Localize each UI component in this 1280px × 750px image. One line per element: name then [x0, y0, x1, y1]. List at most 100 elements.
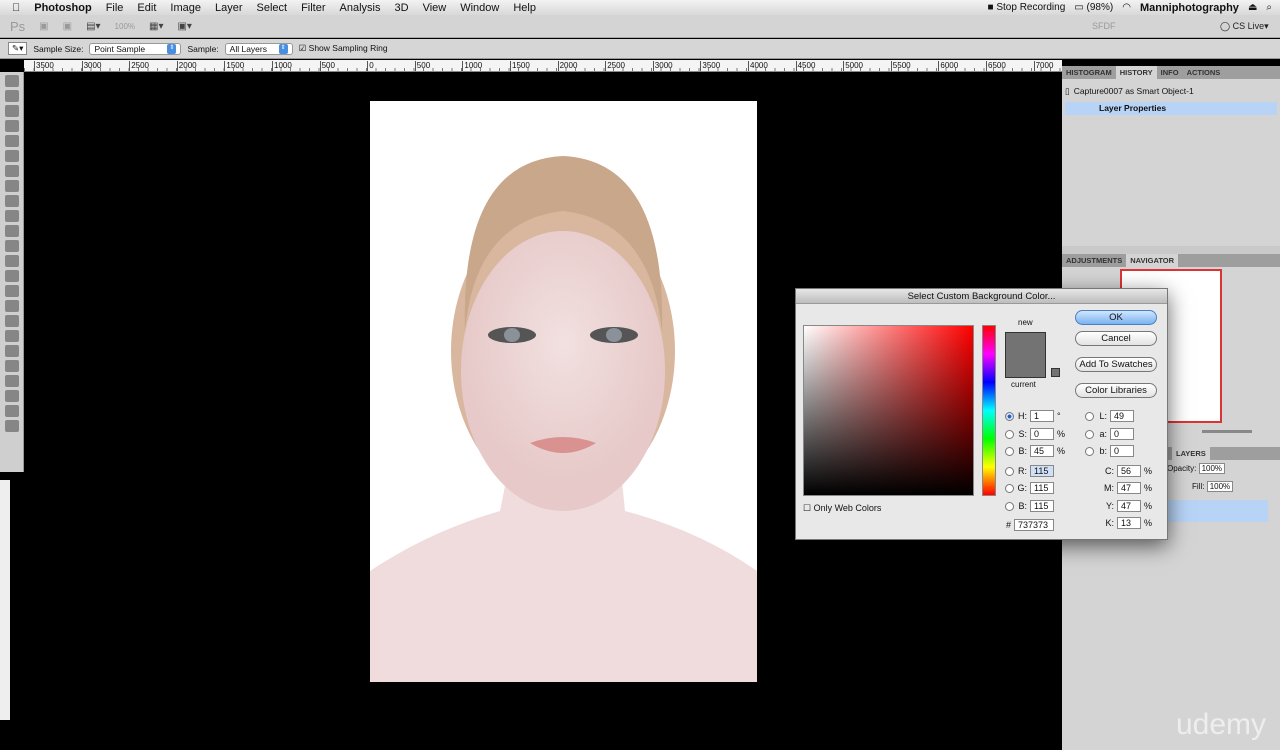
radio-l[interactable] — [1085, 411, 1094, 421]
cs-live-button[interactable]: ◯ CS Live▾ — [1220, 21, 1269, 32]
tool-button[interactable] — [5, 210, 19, 222]
radio-s[interactable] — [1005, 429, 1014, 439]
layer-row-selected[interactable] — [1168, 500, 1268, 522]
only-web-colors-checkbox[interactable]: ☐ Only Web Colors — [803, 503, 881, 514]
menu-help[interactable]: Help — [513, 2, 536, 14]
eject-icon[interactable]: ⏏ — [1248, 2, 1257, 13]
tool-button[interactable] — [5, 300, 19, 312]
screen-mode-icon[interactable]: ▣▾ — [177, 21, 191, 32]
field-input[interactable]: 0 — [1110, 445, 1134, 457]
radio-b[interactable] — [1005, 446, 1014, 456]
wifi-icon[interactable]: ◠ — [1122, 2, 1131, 13]
tool-button[interactable] — [5, 105, 19, 117]
field-input[interactable]: 0 — [1030, 428, 1054, 440]
menu-filter[interactable]: Filter — [301, 2, 325, 14]
radio-g[interactable] — [1005, 483, 1014, 493]
tool-button[interactable] — [5, 180, 19, 192]
menu-layer[interactable]: Layer — [215, 2, 243, 14]
user-name[interactable]: Manniphotography — [1140, 2, 1239, 14]
arrange-documents-icon[interactable]: ▦▾ — [149, 21, 163, 32]
tool-button[interactable] — [5, 75, 19, 87]
tab-navigator[interactable]: NAVIGATOR — [1126, 254, 1179, 267]
field-input[interactable]: 115 — [1030, 500, 1054, 512]
menu-select[interactable]: Select — [257, 2, 288, 14]
field-input[interactable]: 115 — [1030, 482, 1054, 494]
tool-button[interactable] — [5, 270, 19, 282]
sample-select[interactable]: All Layers ⇕ — [224, 42, 293, 55]
tool-button[interactable] — [5, 135, 19, 147]
menu-view[interactable]: View — [423, 2, 447, 14]
tool-button[interactable] — [5, 345, 19, 357]
color-field[interactable] — [803, 325, 974, 496]
tab-layers[interactable]: LAYERS — [1172, 447, 1210, 460]
field-input[interactable]: 45 — [1030, 445, 1054, 457]
apple-icon[interactable]:  — [12, 2, 20, 14]
web-safe-warning-icon[interactable] — [1051, 368, 1060, 377]
add-to-swatches-button[interactable]: Add To Swatches — [1075, 357, 1157, 372]
field-input[interactable]: 0 — [1110, 428, 1134, 440]
view-extras-icon[interactable]: ▤▾ — [86, 21, 100, 32]
tab-history[interactable]: HISTORY — [1115, 66, 1157, 79]
tab-actions[interactable]: ACTIONS — [1183, 66, 1225, 79]
hue-slider[interactable] — [982, 325, 996, 496]
tool-button[interactable] — [5, 120, 19, 132]
tool-button[interactable] — [5, 90, 19, 102]
battery-icon[interactable]: ▭ (98%) — [1074, 2, 1113, 13]
menu-edit[interactable]: Edit — [137, 2, 156, 14]
field-input[interactable]: 47 — [1117, 482, 1141, 494]
tool-button[interactable] — [5, 315, 19, 327]
tab-adjustments[interactable]: ADJUSTMENTS — [1062, 254, 1126, 267]
field-input[interactable]: 49 — [1110, 410, 1134, 422]
menu-window[interactable]: Window — [460, 2, 499, 14]
show-sampling-ring-checkbox[interactable]: ☑ Show Sampling Ring — [299, 43, 388, 54]
zoom-level[interactable]: 100% — [115, 22, 135, 31]
color-libraries-button[interactable]: Color Libraries — [1075, 383, 1157, 398]
radio-r[interactable] — [1005, 466, 1014, 476]
menu-3d[interactable]: 3D — [395, 2, 409, 14]
tool-button[interactable] — [5, 420, 19, 432]
radio-a[interactable] — [1085, 429, 1094, 439]
sample-size-select[interactable]: Point Sample ⇕ — [89, 42, 182, 55]
tab-histogram[interactable]: HISTOGRAM — [1062, 66, 1116, 79]
stop-recording-button[interactable]: ■ Stop Recording — [988, 2, 1066, 13]
tool-button[interactable] — [5, 390, 19, 402]
tab-info[interactable]: INFO — [1157, 66, 1183, 79]
cancel-button[interactable]: Cancel — [1075, 331, 1157, 346]
history-state-selected[interactable]: Layer Properties — [1065, 102, 1277, 115]
tool-button[interactable] — [5, 375, 19, 387]
tool-button[interactable] — [5, 405, 19, 417]
tool-button[interactable] — [5, 285, 19, 297]
menu-file[interactable]: File — [106, 2, 124, 14]
tool-button[interactable] — [5, 240, 19, 252]
menu-analysis[interactable]: Analysis — [340, 2, 381, 14]
radio-h[interactable] — [1005, 411, 1014, 421]
eyedropper-tool-preset[interactable]: ✎▾ — [8, 42, 28, 55]
field-input[interactable]: 56 — [1117, 465, 1141, 477]
tool-button[interactable] — [5, 255, 19, 267]
search-icon[interactable]: ⌕ — [1266, 2, 1272, 13]
radio-bl[interactable] — [1005, 501, 1014, 511]
history-snapshot[interactable]: ▯ Capture0007 as Smart Object-1 — [1065, 82, 1277, 100]
tool-button[interactable] — [5, 360, 19, 372]
workspace-label[interactable]: SFDF — [1092, 21, 1116, 31]
menu-image[interactable]: Image — [170, 2, 201, 14]
ok-button[interactable]: OK — [1075, 310, 1157, 325]
mini-bridge-icon[interactable]: ▣ — [63, 21, 72, 32]
bridge-icon[interactable]: ▣ — [39, 21, 48, 32]
document-image[interactable] — [370, 101, 757, 682]
tool-button[interactable] — [5, 225, 19, 237]
navigator-zoom-slider[interactable] — [1202, 430, 1252, 433]
hex-input[interactable]: 737373 — [1014, 519, 1055, 531]
tool-button[interactable] — [5, 195, 19, 207]
tool-button[interactable] — [5, 330, 19, 342]
fill-control[interactable]: Fill: 100% — [1192, 481, 1234, 492]
field-input[interactable]: 115 — [1030, 465, 1054, 477]
tool-button[interactable] — [5, 150, 19, 162]
field-input[interactable]: 1 — [1030, 410, 1054, 422]
field-input[interactable]: 13 — [1117, 517, 1141, 529]
menu-photoshop[interactable]: Photoshop — [34, 2, 91, 14]
tool-button[interactable] — [5, 165, 19, 177]
field-input[interactable]: 47 — [1117, 500, 1141, 512]
radio-b[interactable] — [1085, 446, 1094, 456]
opacity-control[interactable]: Opacity: 100% — [1167, 463, 1226, 474]
